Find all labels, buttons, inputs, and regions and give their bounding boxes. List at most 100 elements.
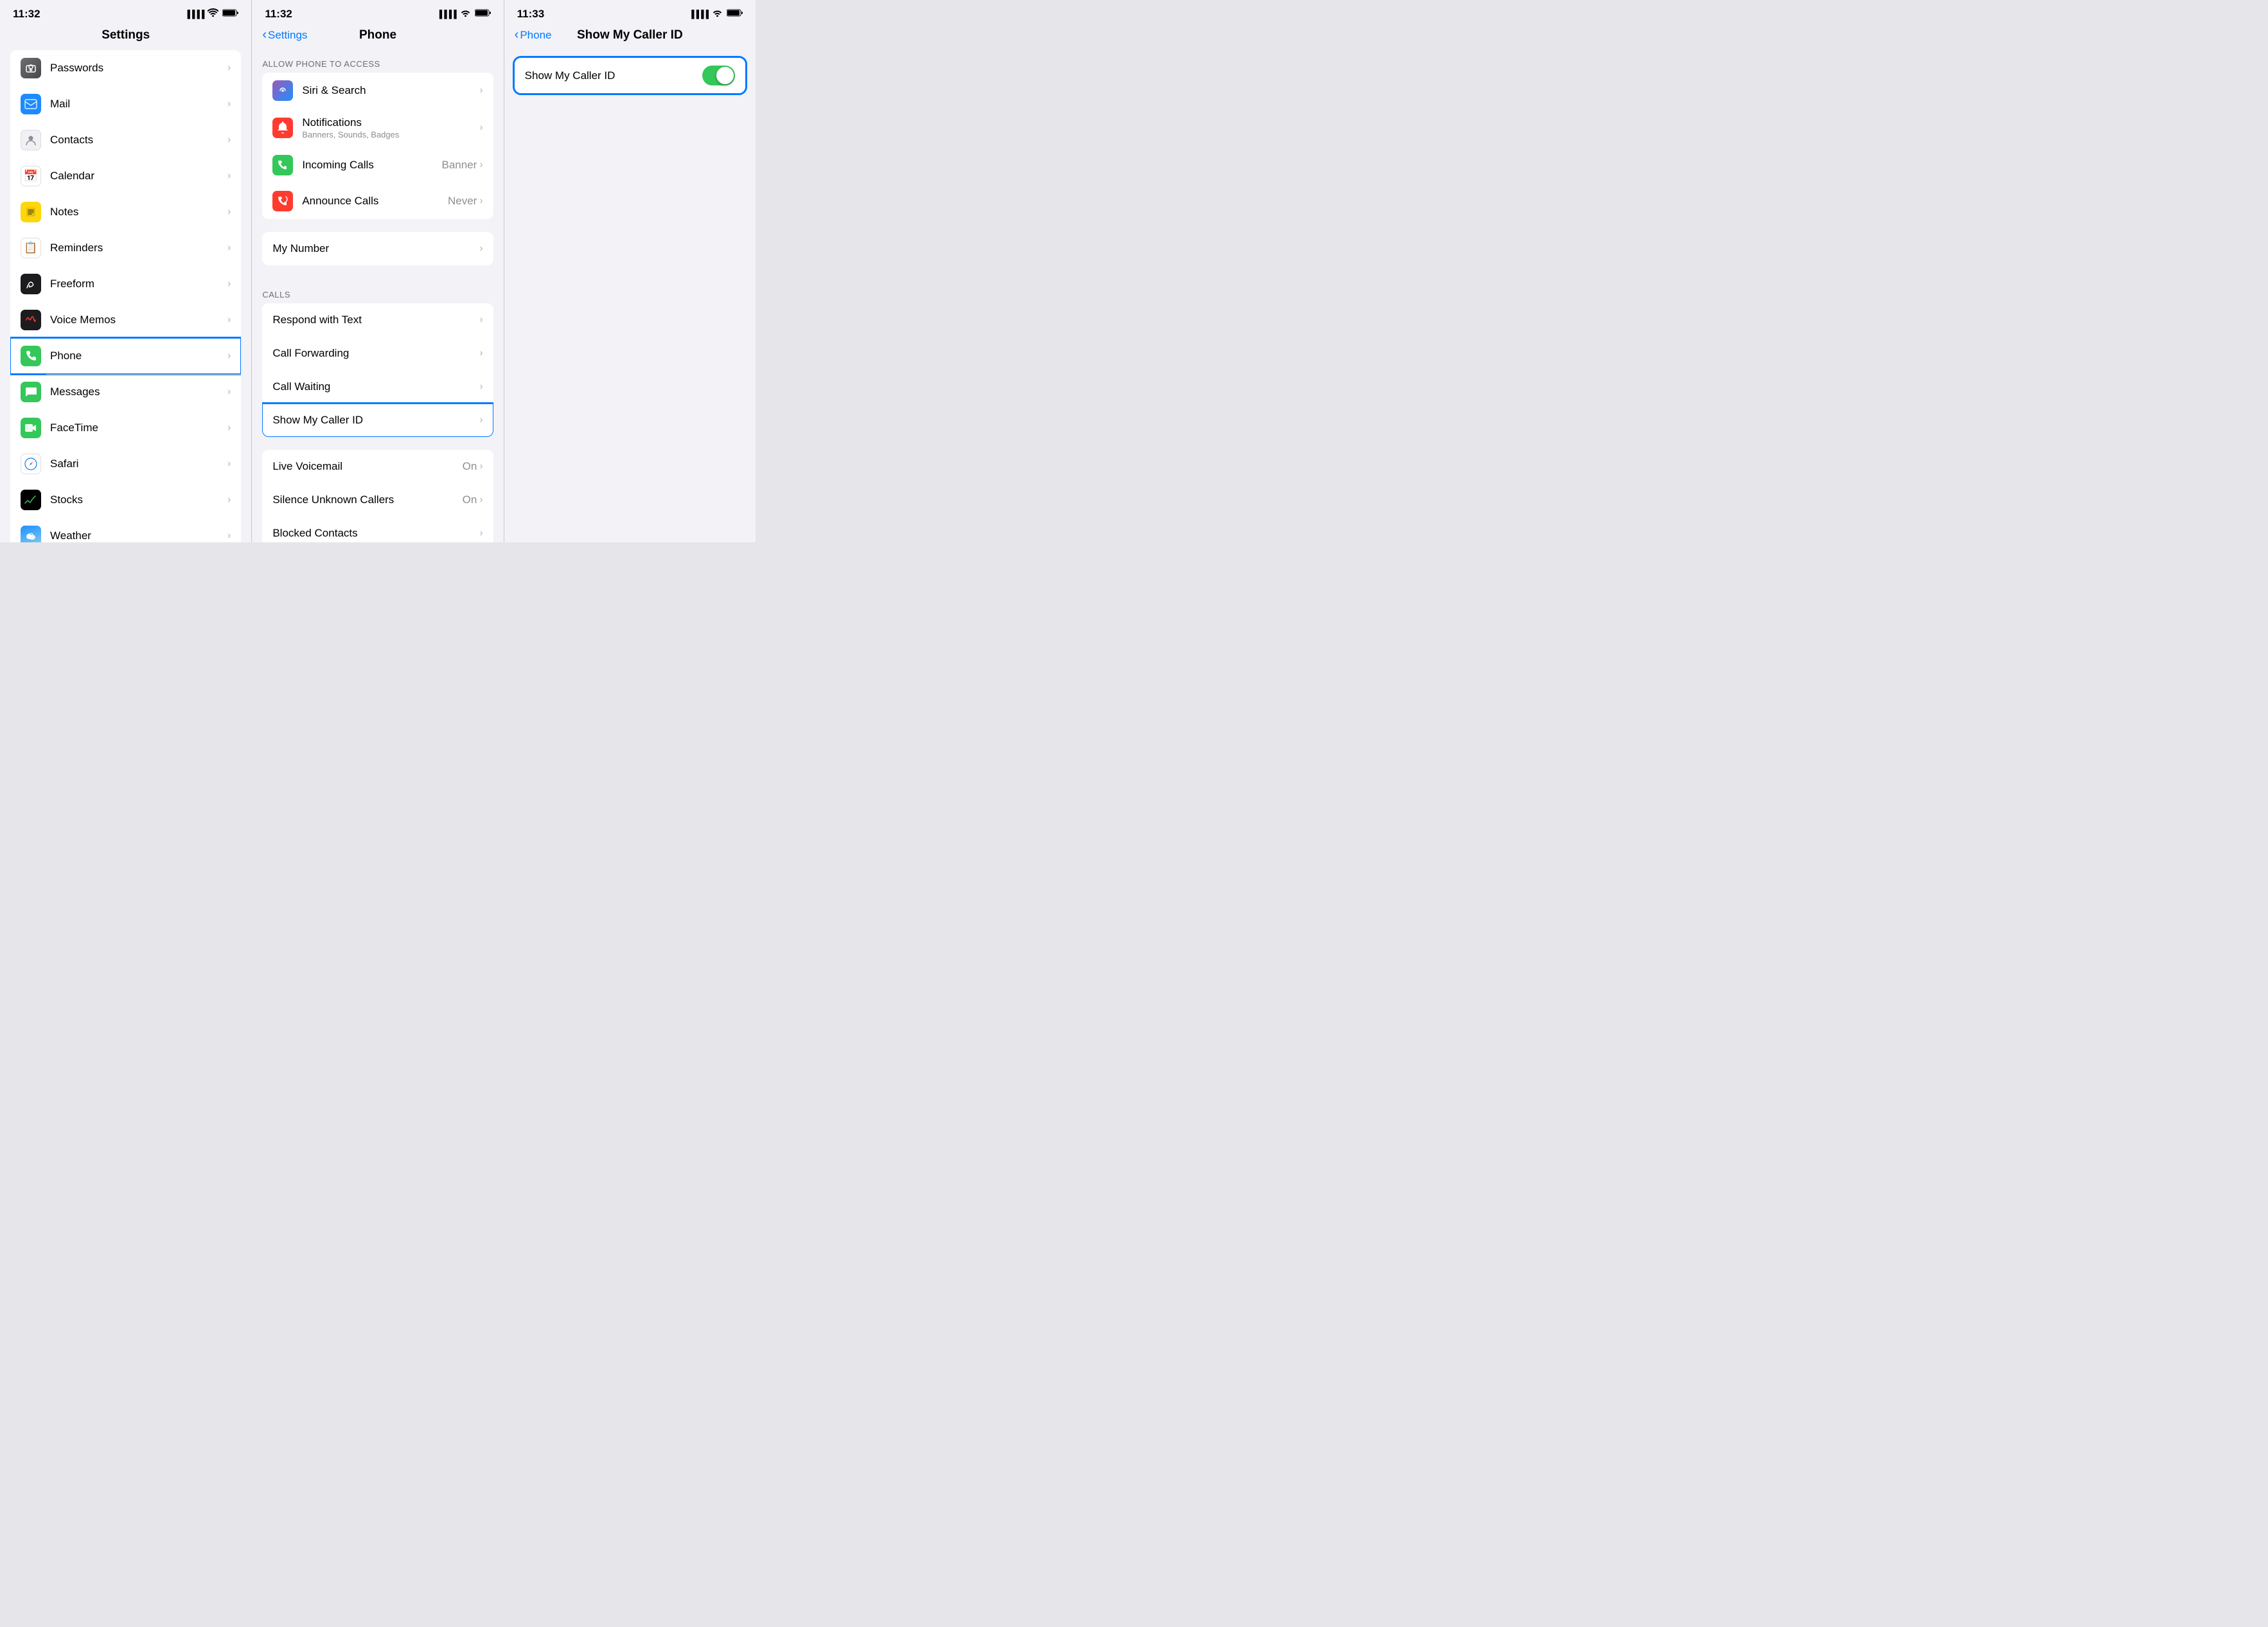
signal-icon: ▐▐▐▐ [184,10,204,19]
caller-id-nav-title: Show My Caller ID [577,28,683,42]
blocked-contacts-label: Blocked Contacts [272,527,479,540]
facetime-chevron: › [227,422,231,434]
status-icons-3: ▐▐▐▐ [689,8,743,20]
voicememos-icon [21,310,41,330]
blocked-contacts-row[interactable]: Blocked Contacts › [262,517,493,542]
my-number-group: My Number › [262,232,493,265]
my-number-row[interactable]: My Number › [262,232,493,265]
calendar-icon: 📅 [21,166,41,186]
phone-back-button[interactable]: ‹ Settings [262,28,307,42]
incoming-calls-row[interactable]: Incoming Calls Banner › [262,147,493,183]
respond-text-row[interactable]: Respond with Text › [262,303,493,337]
section-calls: CALLS [252,278,503,303]
my-number-label: My Number [272,242,479,255]
settings-row-reminders[interactable]: 📋 Reminders › [10,230,241,266]
passwords-label: Passwords [50,62,227,75]
status-bar-3: 11:33 ▐▐▐▐ [504,0,756,26]
siri-label: Siri & Search [302,84,479,97]
call-waiting-chevron: › [479,381,483,393]
announce-chevron: › [479,195,483,207]
call-forwarding-row[interactable]: Call Forwarding › [262,337,493,370]
settings-row-passwords[interactable]: Passwords › [10,50,241,86]
signal-icon-2: ▐▐▐▐ [437,10,456,19]
live-voicemail-label: Live Voicemail [272,460,462,473]
notes-chevron: › [227,206,231,218]
stocks-icon [21,490,41,510]
blocked-contacts-chevron: › [479,528,483,539]
call-waiting-row[interactable]: Call Waiting › [262,370,493,404]
notifications-row[interactable]: Notifications Banners, Sounds, Badges › [262,109,493,147]
mail-chevron: › [227,98,231,110]
freeform-chevron: › [227,278,231,290]
safari-label: Safari [50,458,227,470]
incoming-value: Banner [442,159,477,172]
live-voicemail-row[interactable]: Live Voicemail On › [262,450,493,483]
mail-label: Mail [50,98,227,111]
battery-icon [222,8,238,20]
mail-icon [21,94,41,114]
settings-row-notes[interactable]: Notes › [10,194,241,230]
settings-row-facetime[interactable]: FaceTime › [10,410,241,446]
settings-row-phone[interactable]: Phone › [10,338,241,374]
voicememos-chevron: › [227,314,231,326]
section-allow-access: ALLOW PHONE TO ACCESS [252,48,503,73]
silence-unknown-row[interactable]: Silence Unknown Callers On › [262,483,493,517]
wifi-icon [208,8,218,20]
settings-row-weather[interactable]: Weather › [10,518,241,542]
announce-calls-row[interactable]: Announce Calls Never › [262,183,493,219]
settings-row-messages[interactable]: Messages › [10,374,241,410]
settings-row-mail[interactable]: Mail › [10,86,241,122]
settings-panel: 11:32 ▐▐▐▐ Settings Passwords [0,0,252,542]
toggle-knob [716,67,734,84]
contacts-chevron: › [227,134,231,146]
phone-nav-title: Phone [359,28,396,42]
settings-scroll[interactable]: Passwords › Mail › [0,48,251,542]
caller-id-toggle[interactable] [702,66,735,85]
settings-row-freeform[interactable]: Freeform › [10,266,241,302]
safari-chevron: › [227,458,231,470]
caller-id-toggle-label: Show My Caller ID [525,69,702,82]
siri-search-row[interactable]: Siri & Search › [262,73,493,109]
messages-label: Messages [50,386,227,398]
voicememos-label: Voice Memos [50,314,227,326]
caller-id-scroll: Show My Caller ID [504,48,756,542]
nav-bar-1: Settings [0,26,251,48]
caller-id-back-button[interactable]: ‹ Phone [515,28,552,42]
calendar-label: Calendar [50,170,227,182]
status-icons-1: ▐▐▐▐ [184,8,238,20]
respond-text-chevron: › [479,314,483,326]
respond-text-label: Respond with Text [272,314,479,326]
freeform-icon [21,274,41,294]
settings-row-voicememos[interactable]: Voice Memos › [10,302,241,338]
messages-chevron: › [227,386,231,398]
settings-row-contacts[interactable]: Contacts › [10,122,241,158]
settings-row-safari[interactable]: Safari › [10,446,241,482]
time-2: 11:32 [265,8,292,21]
call-forwarding-label: Call Forwarding [272,347,479,360]
back-chevron-2: ‹ [262,28,267,42]
silence-unknown-label: Silence Unknown Callers [272,493,462,506]
phone-icon [21,346,41,366]
signal-icon-3: ▐▐▐▐ [689,10,708,19]
passwords-chevron: › [227,62,231,74]
voicemail-group: Live Voicemail On › Silence Unknown Call… [262,450,493,542]
show-caller-id-row[interactable]: Show My Caller ID › [262,404,493,437]
settings-row-stocks[interactable]: Stocks › [10,482,241,518]
time-3: 11:33 [517,8,545,21]
facetime-label: FaceTime [50,422,227,434]
silence-unknown-chevron: › [479,494,483,506]
passwords-content: Passwords [50,62,227,75]
call-waiting-label: Call Waiting [272,380,479,393]
siri-icon [272,80,293,101]
status-icons-2: ▐▐▐▐ [437,8,491,20]
contacts-icon [21,130,41,150]
caller-id-toggle-row[interactable]: Show My Caller ID [515,58,745,93]
caller-id-panel: 11:33 ▐▐▐▐ ‹ Phone Show My Caller ID Sho… [504,0,756,542]
freeform-label: Freeform [50,278,227,290]
settings-row-calendar[interactable]: 📅 Calendar › [10,158,241,194]
status-bar-2: 11:32 ▐▐▐▐ [252,0,503,26]
phone-scroll[interactable]: ALLOW PHONE TO ACCESS Siri & Search › No… [252,48,503,542]
live-voicemail-value: On [463,460,477,473]
weather-label: Weather [50,529,227,542]
stocks-label: Stocks [50,493,227,506]
